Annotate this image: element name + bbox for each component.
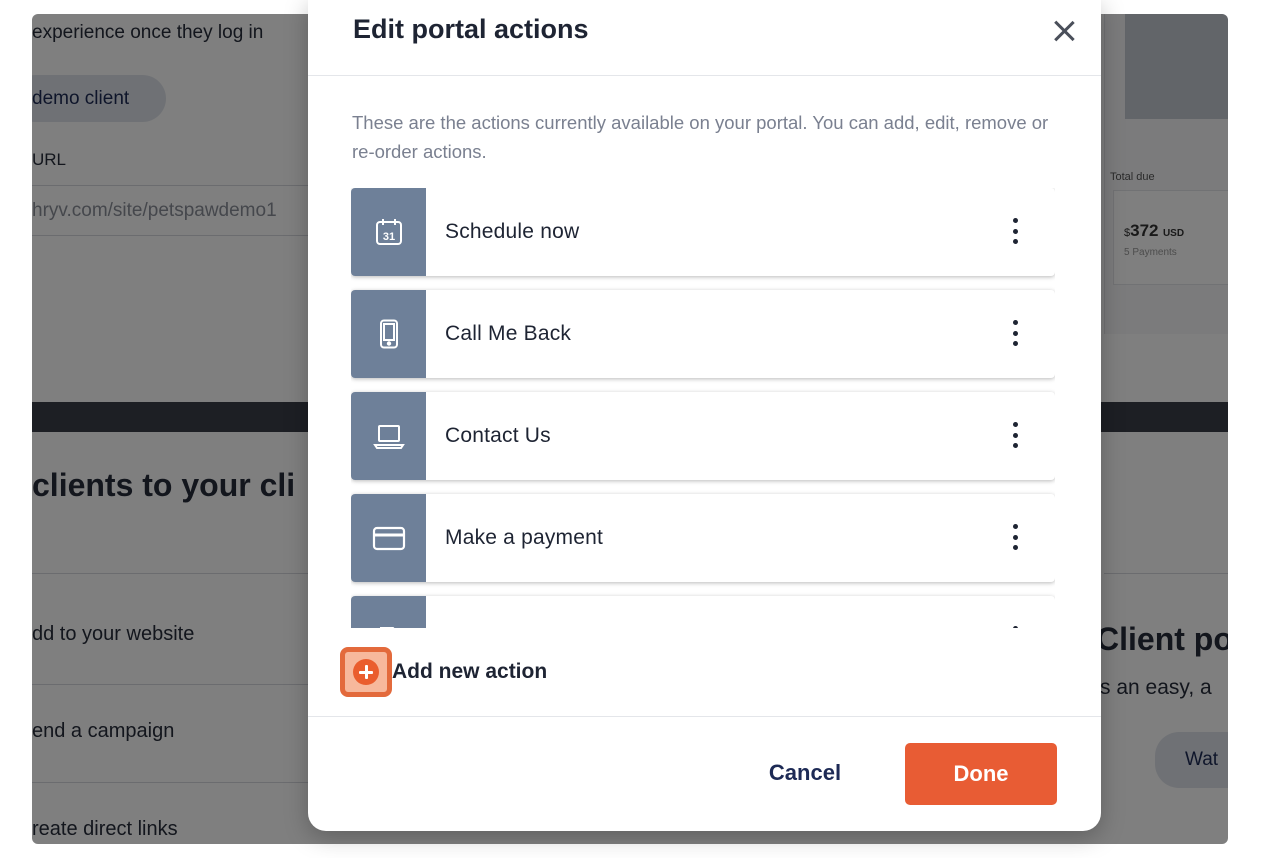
add-icon-highlight[interactable]: [340, 647, 392, 697]
modal-header: Edit portal actions: [308, 0, 1101, 76]
more-options-icon[interactable]: [1009, 422, 1021, 448]
add-new-action-label: Add new action: [392, 660, 548, 683]
svg-text:31: 31: [382, 231, 394, 243]
done-button[interactable]: Done: [905, 743, 1057, 805]
cancel-button[interactable]: Cancel: [745, 743, 865, 803]
action-row-make-a-payment[interactable]: Make a payment: [351, 494, 1055, 582]
action-row-schedule-now[interactable]: 31 Schedule now: [351, 188, 1055, 276]
action-row-partial[interactable]: [351, 596, 1055, 628]
phone-icon: [351, 290, 426, 378]
more-options-icon[interactable]: [1009, 626, 1021, 628]
modal-title: Edit portal actions: [353, 14, 589, 44]
action-row-contact-us[interactable]: Contact Us: [351, 392, 1055, 480]
action-label: Contact Us: [445, 424, 551, 447]
calendar-icon: 31: [351, 188, 426, 276]
action-label: Schedule now: [445, 220, 580, 243]
action-row-call-me-back[interactable]: Call Me Back: [351, 290, 1055, 378]
action-label: Call Me Back: [445, 322, 572, 345]
plus-circle-icon: [353, 659, 379, 685]
more-options-icon[interactable]: [1009, 320, 1021, 346]
edit-portal-actions-modal: Edit portal actions These are the action…: [308, 0, 1101, 831]
close-icon[interactable]: [1051, 18, 1077, 44]
document-icon: [351, 596, 426, 628]
actions-list[interactable]: 31 Schedule now Call Me Back Contact Us …: [351, 188, 1055, 628]
more-options-icon[interactable]: [1009, 524, 1021, 550]
credit-card-icon: [351, 494, 426, 582]
modal-footer: Cancel Done: [308, 716, 1101, 831]
action-label: Make a payment: [445, 526, 604, 549]
add-new-action-button[interactable]: Add new action: [340, 647, 547, 697]
more-options-icon[interactable]: [1009, 218, 1021, 244]
modal-description: These are the actions currently availabl…: [352, 112, 1049, 162]
laptop-icon: [351, 392, 426, 480]
